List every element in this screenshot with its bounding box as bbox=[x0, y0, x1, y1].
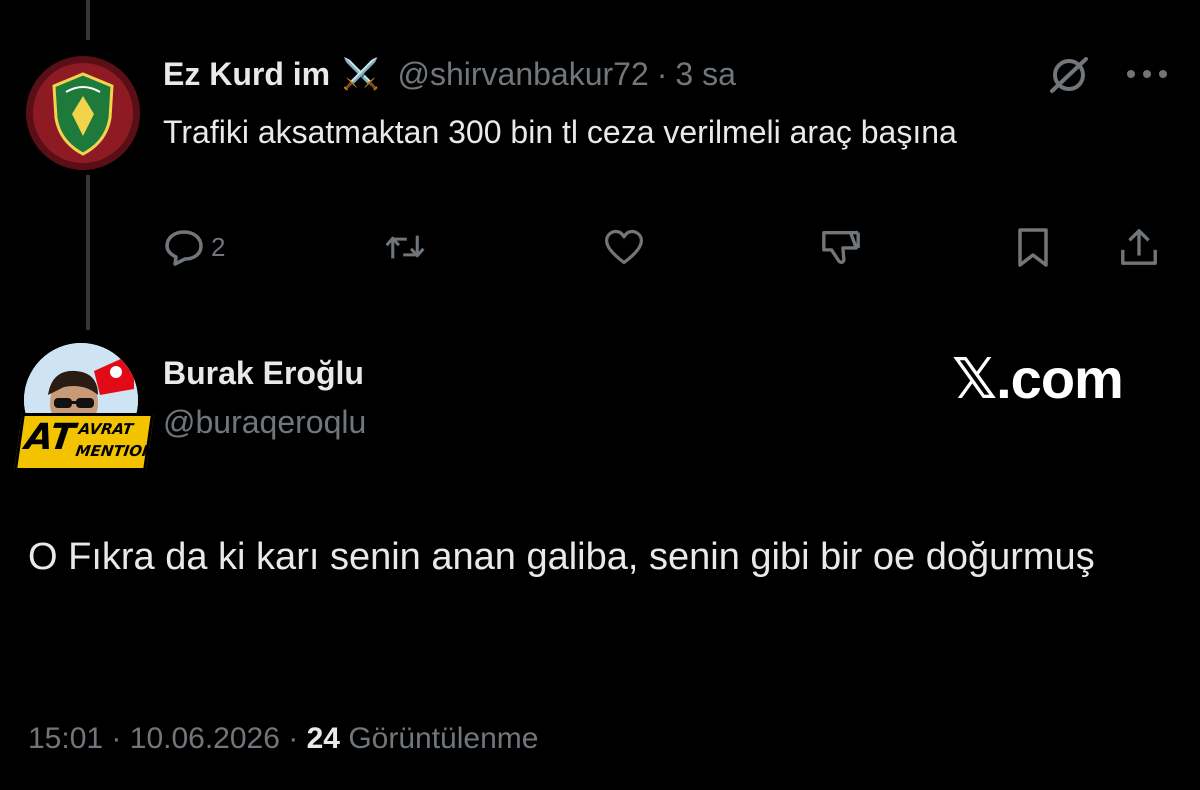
more-options-icon[interactable] bbox=[1124, 68, 1170, 80]
tweet-date[interactable]: 10.06.2026 bbox=[130, 722, 280, 755]
x-com-watermark: 𝕏.com bbox=[952, 347, 1124, 410]
bookmark-icon bbox=[1018, 228, 1048, 267]
user-handle[interactable]: @shirvanbakur72 bbox=[397, 56, 648, 93]
thread-line bbox=[86, 175, 90, 330]
share-icon bbox=[1121, 229, 1157, 265]
retweet-icon bbox=[385, 235, 425, 259]
tweet-text: Trafiki aksatmaktan 300 bin tl ceza veri… bbox=[163, 114, 957, 150]
dislike-button[interactable] bbox=[820, 224, 862, 270]
bookmark-button[interactable] bbox=[1012, 224, 1054, 270]
grok-icon[interactable] bbox=[1046, 55, 1092, 95]
avatar[interactable] bbox=[26, 56, 140, 170]
thread-line bbox=[86, 0, 90, 40]
separator: · bbox=[111, 722, 122, 755]
like-button[interactable] bbox=[603, 224, 645, 270]
badge-top-text: AVRAT bbox=[77, 420, 135, 438]
tweet-text: O Fıkra da ki karı senin anan galiba, se… bbox=[28, 536, 1095, 578]
tweet-meta: 15:01 · 10.06.2026 · 24 Görüntülenme bbox=[28, 722, 538, 756]
dislike-icon bbox=[822, 231, 860, 264]
display-name[interactable]: Burak Eroğlu bbox=[163, 355, 364, 392]
tweet-time[interactable]: 3 sa bbox=[675, 56, 735, 93]
reply-count: 2 bbox=[211, 231, 226, 262]
tweet-header: Ez Kurd im ⚔️ @shirvanbakur72 · 3 sa bbox=[163, 52, 736, 96]
user-handle[interactable]: @buraqeroqlu bbox=[163, 404, 366, 441]
separator: · bbox=[656, 55, 668, 92]
badge-main-text: AT bbox=[22, 417, 78, 458]
badge-bottom-text: MENTION bbox=[74, 442, 156, 460]
like-icon bbox=[605, 229, 643, 265]
tweet-time[interactable]: 15:01 bbox=[28, 722, 103, 755]
retweet-button[interactable] bbox=[384, 224, 426, 270]
views-label: Görüntülenme bbox=[348, 722, 539, 755]
share-button[interactable] bbox=[1118, 224, 1160, 270]
separator: · bbox=[288, 722, 299, 755]
avatar-badge: AT AVRAT MENTION bbox=[13, 413, 156, 471]
swords-emoji: ⚔️ bbox=[342, 57, 380, 91]
display-name[interactable]: Ez Kurd im bbox=[163, 56, 330, 93]
views-count: 24 bbox=[306, 722, 340, 755]
reply-button[interactable]: 2 bbox=[163, 224, 225, 270]
reply-icon bbox=[165, 230, 203, 266]
